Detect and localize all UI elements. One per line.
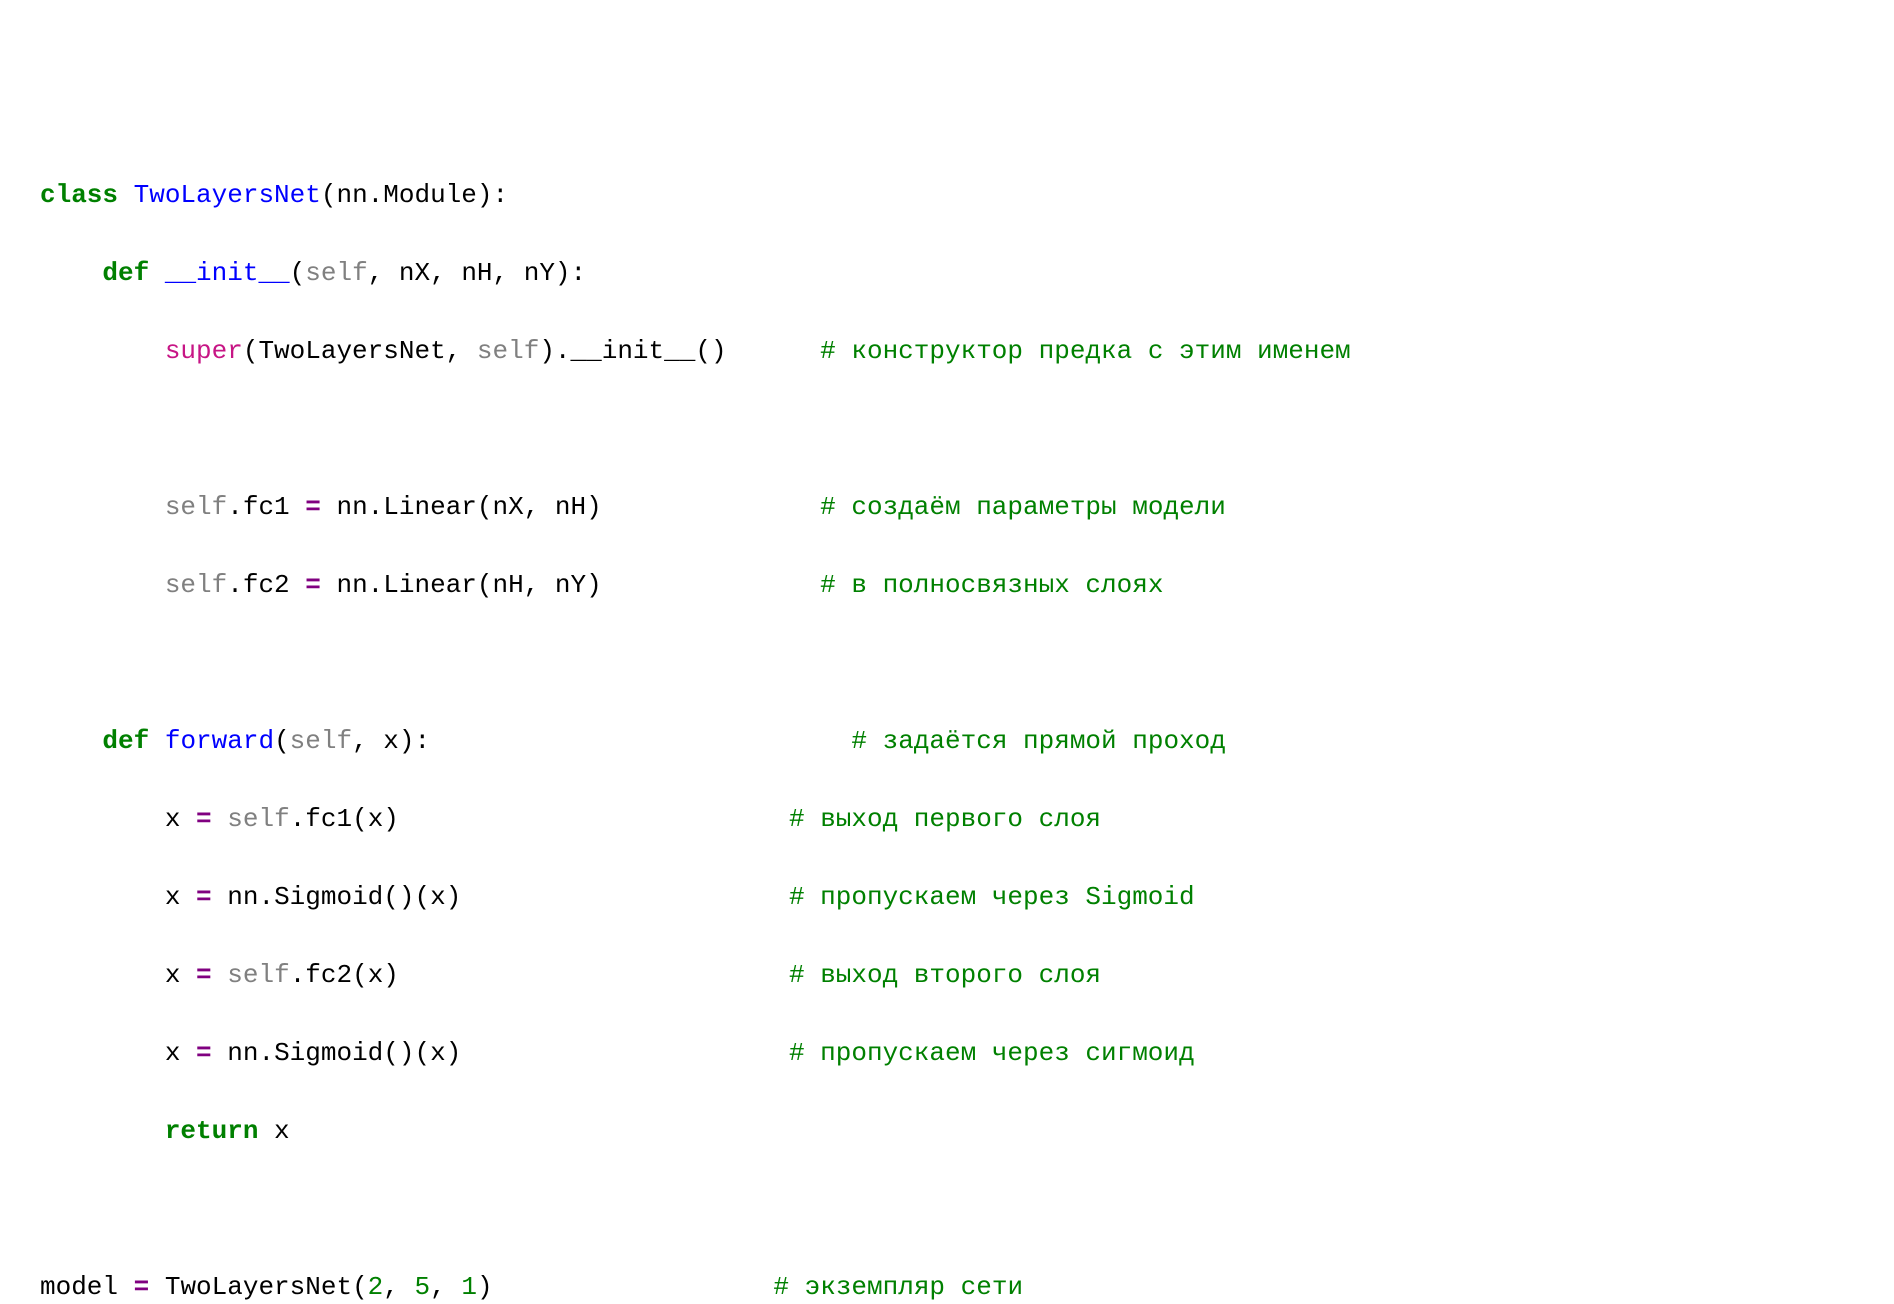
self-param: self <box>227 804 289 834</box>
method-name: __init__ <box>165 258 290 288</box>
operator-assign: = <box>196 882 212 912</box>
code-line-11: x = self.fc2(x) # выход второго слоя <box>40 956 1854 995</box>
keyword-return: return <box>165 1116 259 1146</box>
code-line-10: x = nn.Sigmoid()(x) # пропускаем через S… <box>40 878 1854 917</box>
code-line-15: model = TwoLayersNet(2, 5, 1) # экземпля… <box>40 1268 1854 1304</box>
code-line-8: def forward(self, x): # задаётся прямой … <box>40 722 1854 761</box>
code-line-6: self.fc2 = nn.Linear(nH, nY) # в полносв… <box>40 566 1854 605</box>
self-param: self <box>305 258 367 288</box>
code-line-4 <box>40 410 1854 449</box>
keyword-def: def <box>102 258 149 288</box>
code-line-1: class TwoLayersNet(nn.Module): <box>40 176 1854 215</box>
operator-assign: = <box>196 804 212 834</box>
code-line-2: def __init__(self, nX, nH, nY): <box>40 254 1854 293</box>
comment: # в полносвязных слоях <box>820 570 1163 600</box>
operator-assign: = <box>134 1272 150 1302</box>
self-param: self <box>227 960 289 990</box>
operator-assign: = <box>196 1038 212 1068</box>
code-line-14 <box>40 1190 1854 1229</box>
comment: # конструктор предка с этим именем <box>820 336 1351 366</box>
code-line-7 <box>40 644 1854 683</box>
self-param: self <box>165 570 227 600</box>
number-literal: 2 <box>368 1272 384 1302</box>
comment: # выход второго слоя <box>789 960 1101 990</box>
code-block: class TwoLayersNet(nn.Module): def __ini… <box>40 176 1854 1304</box>
comment: # выход первого слоя <box>789 804 1101 834</box>
comment: # задаётся прямой проход <box>851 726 1225 756</box>
code-line-5: self.fc1 = nn.Linear(nX, nH) # создаём п… <box>40 488 1854 527</box>
number-literal: 1 <box>461 1272 477 1302</box>
comment: # пропускаем через Sigmoid <box>789 882 1195 912</box>
comment: # пропускаем через сигмоид <box>789 1038 1195 1068</box>
code-line-3: super(TwoLayersNet, self).__init__() # к… <box>40 332 1854 371</box>
self-param: self <box>165 492 227 522</box>
self-param: self <box>477 336 539 366</box>
number-literal: 5 <box>415 1272 431 1302</box>
keyword-class: class <box>40 180 118 210</box>
comment: # экземпляр сети <box>773 1272 1023 1302</box>
operator-assign: = <box>305 570 321 600</box>
class-name: TwoLayersNet <box>134 180 321 210</box>
keyword-def: def <box>102 726 149 756</box>
operator-assign: = <box>305 492 321 522</box>
self-param: self <box>290 726 352 756</box>
code-line-12: x = nn.Sigmoid()(x) # пропускаем через с… <box>40 1034 1854 1073</box>
code-line-9: x = self.fc1(x) # выход первого слоя <box>40 800 1854 839</box>
operator-assign: = <box>196 960 212 990</box>
builtin-super: super <box>165 336 243 366</box>
code-line-13: return x <box>40 1112 1854 1151</box>
method-name: forward <box>165 726 274 756</box>
comment: # создаём параметры модели <box>820 492 1226 522</box>
